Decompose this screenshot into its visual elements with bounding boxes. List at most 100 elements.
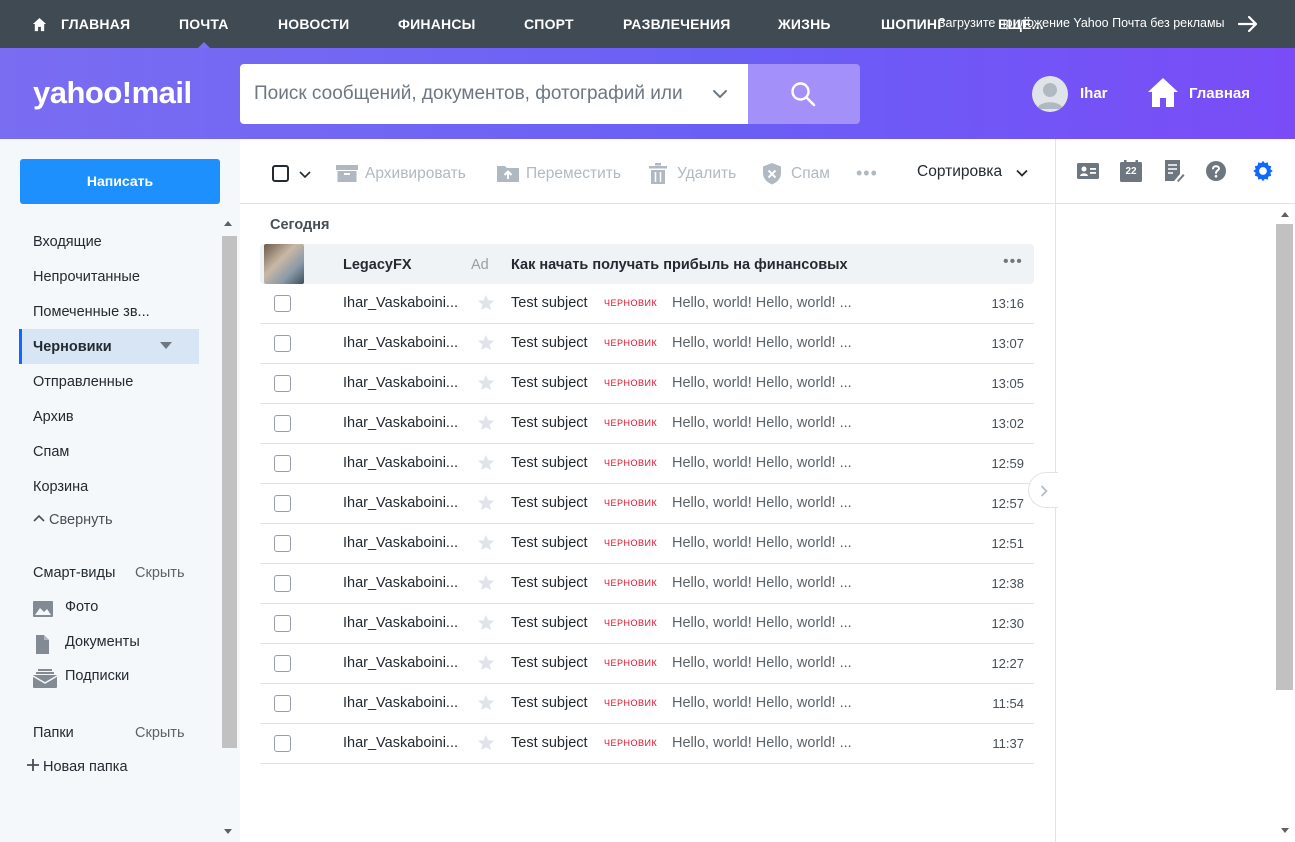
nav-item-mail[interactable]: ПОЧТА: [179, 0, 229, 48]
message-snippet: Hello, world! Hello, world! ...: [672, 615, 852, 631]
draft-badge: ЧЕРНОВИК: [604, 498, 658, 508]
folder-unread[interactable]: Непрочитанные: [33, 269, 140, 289]
message-snippet: Hello, world! Hello, world! ...: [672, 295, 852, 311]
folder-trash[interactable]: Корзина: [33, 479, 88, 499]
settings-icon[interactable]: [1252, 160, 1274, 182]
message-checkbox[interactable]: [274, 615, 291, 632]
star-icon[interactable]: [477, 734, 495, 752]
new-folder-button[interactable]: Новая папка: [27, 759, 128, 775]
message-checkbox[interactable]: [274, 415, 291, 432]
message-checkbox[interactable]: [274, 655, 291, 672]
chevron-down-icon[interactable]: [1016, 167, 1028, 179]
star-icon[interactable]: [477, 694, 495, 712]
folder-spam[interactable]: Спам: [33, 444, 69, 464]
folder-sent[interactable]: Отправленные: [33, 374, 133, 394]
message-snippet: Hello, world! Hello, world! ...: [672, 375, 852, 391]
right-rail-scrollbar-thumb[interactable]: [1276, 224, 1293, 690]
scroll-up-arrow-icon[interactable]: [224, 221, 232, 226]
nav-item-entertainment[interactable]: РАЗВЛЕЧЕНИЯ: [623, 0, 731, 48]
message-row[interactable]: Ihar_Vaskaboini... Test subject ЧЕРНОВИК He…: [260, 484, 1034, 524]
star-icon[interactable]: [477, 454, 495, 472]
star-icon[interactable]: [477, 294, 495, 312]
star-icon[interactable]: [477, 654, 495, 672]
smart-views-hide-link[interactable]: Скрыть: [135, 565, 185, 581]
calendar-button[interactable]: 22: [1120, 160, 1142, 182]
message-checkbox[interactable]: [274, 295, 291, 312]
help-icon[interactable]: [1205, 160, 1227, 182]
chevron-down-icon[interactable]: [710, 84, 730, 104]
app-promo-link[interactable]: Загрузите приложение Yahoo Почта без рек…: [938, 0, 1225, 48]
star-icon[interactable]: [477, 614, 495, 632]
star-icon[interactable]: [477, 414, 495, 432]
message-subject: Test subject: [511, 375, 588, 391]
scroll-down-arrow-icon[interactable]: [1281, 828, 1289, 833]
message-checkbox[interactable]: [274, 335, 291, 352]
message-checkbox[interactable]: [274, 495, 291, 512]
message-sender: Ihar_Vaskaboini...: [343, 735, 458, 751]
message-row[interactable]: Ihar_Vaskaboini... Test subject ЧЕРНОВИК He…: [260, 284, 1034, 324]
star-icon[interactable]: [477, 534, 495, 552]
message-list: Сегодня LegacyFX Ad Как начать получать …: [240, 204, 1055, 842]
arrow-right-icon[interactable]: [1236, 12, 1260, 36]
search-input[interactable]: [254, 64, 694, 124]
star-icon[interactable]: [477, 374, 495, 392]
scroll-up-arrow-icon[interactable]: [1281, 212, 1289, 217]
folder-starred[interactable]: Помеченные зв...: [33, 304, 150, 324]
compose-button[interactable]: Написать: [20, 159, 220, 204]
message-row[interactable]: Ihar_Vaskaboini... Test subject ЧЕРНОВИК He…: [260, 684, 1034, 724]
select-all-checkbox[interactable]: [272, 165, 289, 182]
message-snippet: Hello, world! Hello, world! ...: [672, 455, 852, 471]
message-row[interactable]: Ihar_Vaskaboini... Test subject ЧЕРНОВИК He…: [260, 404, 1034, 444]
smart-view-documents-label: Документы: [65, 634, 140, 650]
sort-button[interactable]: Сортировка: [917, 163, 1002, 181]
more-actions-button[interactable]: •••: [856, 163, 878, 184]
expand-pane-button[interactable]: [1028, 472, 1058, 508]
nav-item-life[interactable]: ЖИЗНЬ: [778, 0, 831, 48]
nav-item-finance[interactable]: ФИНАНСЫ: [398, 0, 476, 48]
nav-item-shopping[interactable]: ШОПИНГ: [881, 0, 945, 48]
message-row[interactable]: Ihar_Vaskaboini... Test subject ЧЕРНОВИК He…: [260, 564, 1034, 604]
message-subject: Test subject: [511, 735, 588, 751]
star-icon[interactable]: [477, 494, 495, 512]
star-icon[interactable]: [477, 574, 495, 592]
folder-inbox[interactable]: Входящие: [33, 234, 102, 254]
nav-item-news[interactable]: НОВОСТИ: [278, 0, 349, 48]
ad-more-options-button[interactable]: •••: [1003, 253, 1023, 271]
nav-item-home[interactable]: ГЛАВНАЯ: [32, 0, 130, 48]
message-checkbox[interactable]: [274, 535, 291, 552]
folder-menu-caret-icon[interactable]: [160, 342, 172, 349]
message-row[interactable]: Ihar_Vaskaboini... Test subject ЧЕРНОВИК He…: [260, 724, 1034, 764]
message-row[interactable]: Ihar_Vaskaboini... Test subject ЧЕРНОВИК He…: [260, 364, 1034, 404]
notepad-icon[interactable]: [1163, 160, 1185, 182]
message-checkbox[interactable]: [274, 455, 291, 472]
folder-archive[interactable]: Архив: [33, 409, 74, 429]
ad-message-row[interactable]: LegacyFX Ad Как начать получать прибыль …: [260, 244, 1034, 284]
chevron-down-icon[interactable]: [299, 168, 311, 180]
folders-hide-link[interactable]: Скрыть: [135, 725, 185, 741]
message-row[interactable]: Ihar_Vaskaboini... Test subject ЧЕРНОВИК He…: [260, 444, 1034, 484]
search-button[interactable]: [748, 64, 860, 124]
message-sender: Ihar_Vaskaboini...: [343, 455, 458, 471]
draft-badge: ЧЕРНОВИК: [604, 458, 658, 468]
draft-badge: ЧЕРНОВИК: [604, 338, 658, 348]
message-time: 12:59: [991, 456, 1024, 471]
collapse-folders-button[interactable]: Свернуть: [33, 512, 113, 528]
message-checkbox[interactable]: [274, 375, 291, 392]
yahoo-mail-logo[interactable]: yahoo!mail: [33, 75, 192, 111]
message-checkbox[interactable]: [274, 575, 291, 592]
nav-item-sport[interactable]: СПОРТ: [524, 0, 574, 48]
message-row[interactable]: Ihar_Vaskaboini... Test subject ЧЕРНОВИК He…: [260, 324, 1034, 364]
message-row[interactable]: Ihar_Vaskaboini... Test subject ЧЕРНОВИК He…: [260, 604, 1034, 644]
folder-drafts[interactable]: Черновики: [33, 339, 112, 359]
message-row[interactable]: Ihar_Vaskaboini... Test subject ЧЕРНОВИК He…: [260, 524, 1034, 564]
message-checkbox[interactable]: [274, 695, 291, 712]
message-checkbox[interactable]: [274, 735, 291, 752]
star-icon[interactable]: [477, 334, 495, 352]
calendar-day-number: 22: [1125, 166, 1137, 177]
scroll-down-arrow-icon[interactable]: [224, 829, 232, 834]
message-subject: Test subject: [511, 495, 588, 511]
message-row[interactable]: Ihar_Vaskaboini... Test subject ЧЕРНОВИК He…: [260, 644, 1034, 684]
contacts-icon[interactable]: [1077, 160, 1099, 182]
message-snippet: Hello, world! Hello, world! ...: [672, 495, 852, 511]
sidebar-scrollbar-thumb[interactable]: [222, 236, 237, 748]
